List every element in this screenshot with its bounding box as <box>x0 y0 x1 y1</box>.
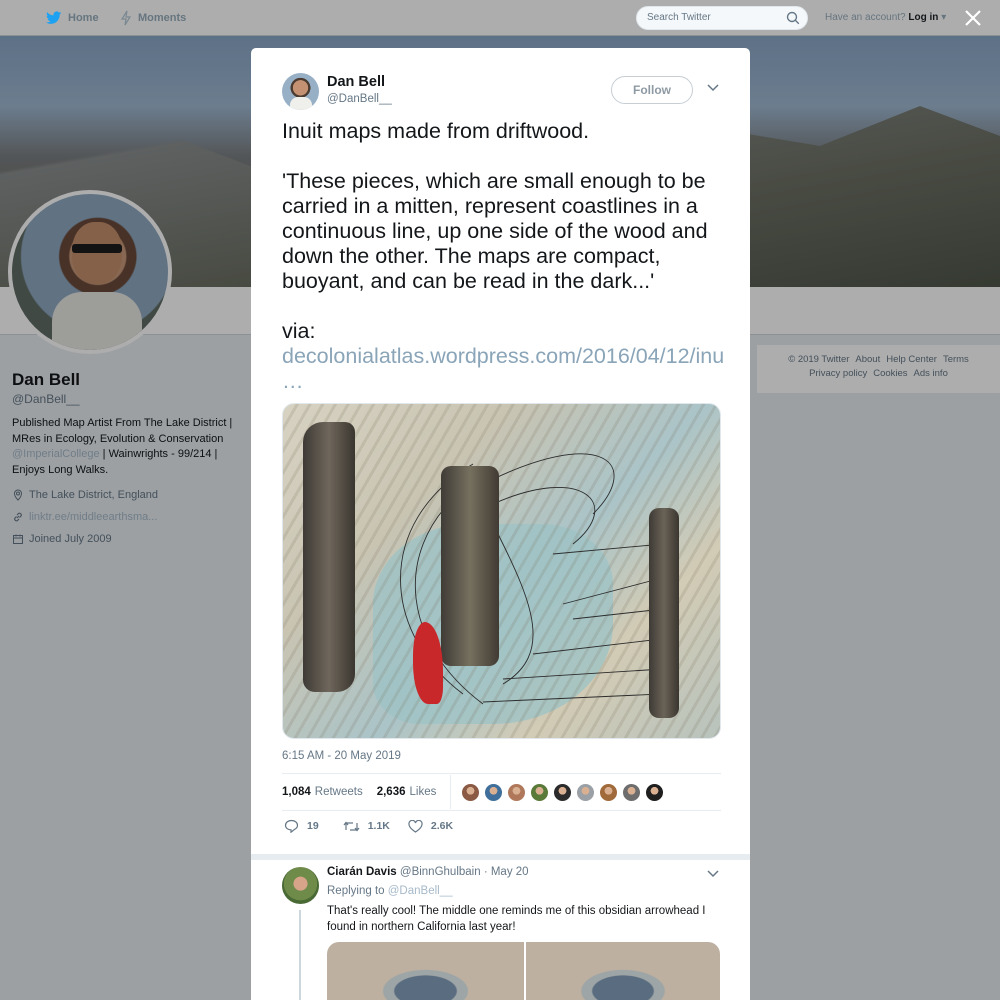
tweet-modal: Dan Bell @DanBell__ Follow Inuit maps ma… <box>251 48 750 1000</box>
chevron-down-icon[interactable] <box>707 870 719 878</box>
reply-icon <box>284 819 299 833</box>
driftwood-map-middle <box>441 466 499 666</box>
tweet-text: Inuit maps made from driftwood. 'These p… <box>282 119 724 394</box>
lightning-icon <box>120 10 132 26</box>
retweets-label[interactable]: Retweets <box>315 786 363 798</box>
reply-author-handle[interactable]: @BinnGhulbain <box>400 866 481 878</box>
liker-avatar[interactable] <box>484 782 504 802</box>
likes-count[interactable]: 2,636 <box>377 786 406 798</box>
reply-separator <box>251 854 750 860</box>
reply-button[interactable]: 19 <box>284 819 319 833</box>
liker-avatar[interactable] <box>576 782 596 802</box>
close-icon[interactable] <box>963 8 983 28</box>
replying-to-handle[interactable]: @DanBell__ <box>388 885 453 897</box>
chevron-down-icon[interactable]: ▾ <box>941 12 946 23</box>
divider <box>282 810 721 811</box>
chevron-down-icon[interactable] <box>707 84 719 92</box>
twitter-bird-icon <box>46 11 62 24</box>
liker-avatars <box>461 782 668 802</box>
tweet-link[interactable]: decolonialatlas.wordpress.com/2016/04/12… <box>282 319 730 393</box>
driftwood-map-left <box>303 422 355 692</box>
tweet-author-name[interactable]: Dan Bell <box>327 74 385 90</box>
thread-line <box>299 910 301 1000</box>
liker-avatar[interactable] <box>530 782 550 802</box>
nav-moments[interactable]: Moments <box>120 0 186 36</box>
reply-header: Ciarán Davis @BinnGhulbain · May 20 <box>327 866 529 878</box>
retweets-count[interactable]: 1,084 <box>282 786 311 798</box>
liker-avatar[interactable] <box>622 782 642 802</box>
likes-label[interactable]: Likes <box>410 786 437 798</box>
avatar-shirt <box>290 97 312 110</box>
liker-avatar[interactable] <box>507 782 527 802</box>
nav-moments-label: Moments <box>138 12 187 24</box>
reply-date[interactable]: · May 20 <box>484 866 529 878</box>
liker-avatar[interactable] <box>599 782 619 802</box>
retweet-icon <box>343 821 360 831</box>
login-prompt: Have an account? Log in ▾ <box>825 12 946 23</box>
tweet-stats: 1,084 Retweets 2,636 Likes <box>282 774 721 810</box>
driftwood-map-right <box>649 508 679 718</box>
tweet-author-handle[interactable]: @DanBell__ <box>327 93 392 105</box>
tweet-author-avatar[interactable] <box>282 73 319 110</box>
like-count: 2.6K <box>430 820 454 832</box>
tweet-media-image[interactable] <box>282 403 721 739</box>
search-icon[interactable] <box>786 11 800 25</box>
liker-avatar[interactable] <box>461 782 481 802</box>
reply-author-avatar[interactable] <box>282 867 319 904</box>
reply-image-left[interactable] <box>327 942 524 1000</box>
nav-layer: Home Moments Search Twitter Have an acco… <box>0 0 1000 36</box>
liker-avatar[interactable] <box>645 782 665 802</box>
reply-count: 19 <box>307 820 319 832</box>
liker-avatar[interactable] <box>553 782 573 802</box>
search-input[interactable]: Search Twitter <box>636 6 808 30</box>
like-button[interactable]: 2.6K <box>408 819 454 833</box>
login-button[interactable]: Log in <box>908 12 938 23</box>
heart-icon <box>408 819 423 833</box>
replying-to-label: Replying to <box>327 885 385 897</box>
retweet-count: 1.1K <box>367 820 390 832</box>
divider <box>450 775 452 809</box>
replying-to: Replying to @DanBell__ <box>327 885 453 897</box>
tweet-body: Inuit maps made from driftwood. 'These p… <box>282 119 708 343</box>
have-account-text: Have an account? <box>825 12 906 23</box>
nav-home[interactable]: Home <box>46 0 99 36</box>
reply-author-name[interactable]: Ciarán Davis <box>327 866 397 878</box>
reply-text: That's really cool! The middle one remin… <box>327 905 706 933</box>
tweet-timestamp[interactable]: 6:15 AM - 20 May 2019 <box>282 750 401 762</box>
retweet-button[interactable]: 1.1K <box>343 820 390 833</box>
follow-button[interactable]: Follow <box>611 76 693 104</box>
reply-image-right[interactable] <box>523 942 720 1000</box>
nav-home-label: Home <box>68 12 99 24</box>
reply-media-images[interactable] <box>327 942 720 1000</box>
tweet-actions: 19 1.1K 2.6K <box>284 819 471 833</box>
